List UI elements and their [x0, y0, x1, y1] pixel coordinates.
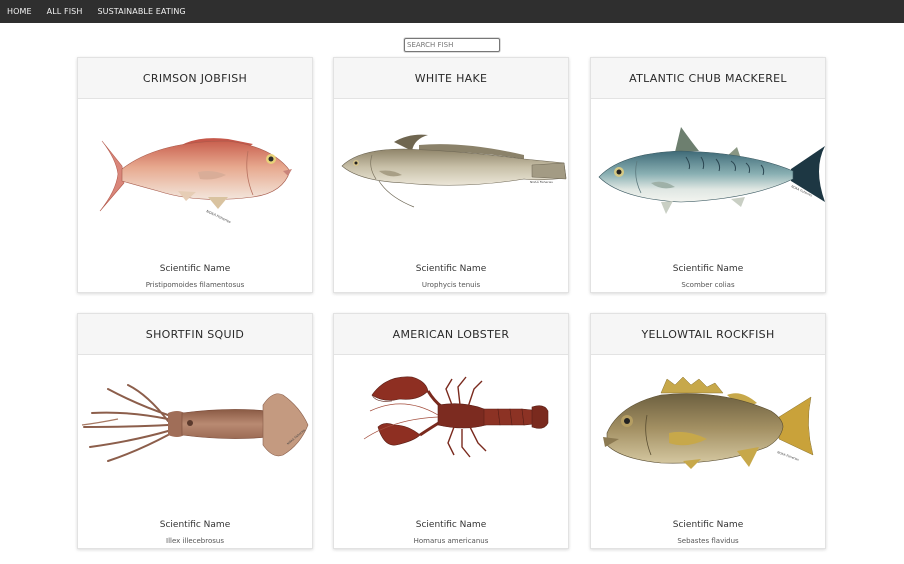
scientific-name-label: Scientific Name — [415, 264, 487, 274]
scientific-name-value: Sebastes flavidus — [677, 537, 739, 545]
card-title: WHITE HAKE — [334, 58, 568, 99]
scientific-name-label: Scientific Name — [159, 520, 231, 530]
image-credit: NOAA Fisheries — [777, 450, 800, 462]
fish-image-crimson-jobfish: NOAA Fisheries — [78, 99, 312, 249]
fish-image-white-hake: NOAA Fisheries — [334, 99, 568, 249]
top-navbar: HOME ALL FISH SUSTAINABLE EATING — [0, 0, 904, 23]
card-title: SHORTFIN SQUID — [78, 314, 312, 355]
fish-image-shortfin-squid: NOAA Fisheries — [78, 355, 312, 505]
image-credit: NOAA Fisheries — [530, 180, 553, 184]
fish-image-yellowtail-rockfish: NOAA Fisheries — [591, 355, 825, 505]
search-container — [404, 32, 500, 52]
fish-image-american-lobster — [334, 355, 568, 505]
scientific-name-value: Homarus americanus — [413, 537, 489, 545]
fish-card-white-hake[interactable]: WHITE HAKE NOAA Fisheries Scientific Nam… — [333, 57, 569, 293]
fish-card-yellowtail-rockfish[interactable]: YELLOWTAIL ROCKFISH NOAA Fisheries Scien… — [590, 313, 826, 549]
scientific-name-label: Scientific Name — [672, 520, 744, 530]
scientific-name-value: Pristipomoides filamentosus — [145, 281, 245, 289]
card-title: AMERICAN LOBSTER — [334, 314, 568, 355]
card-title: YELLOWTAIL ROCKFISH — [591, 314, 825, 355]
scientific-name-value: Scomber colias — [681, 281, 735, 289]
nav-home-link[interactable]: HOME — [7, 7, 32, 16]
card-title: CRIMSON JOBFISH — [78, 58, 312, 99]
image-credit: NOAA Fisheries — [206, 209, 232, 224]
nav-all-fish-link[interactable]: ALL FISH — [47, 7, 83, 16]
scientific-name-value: Illex illecebrosus — [166, 537, 224, 545]
nav-sustainable-eating-link[interactable]: SUSTAINABLE EATING — [97, 7, 185, 16]
card-title: ATLANTIC CHUB MACKEREL — [591, 58, 825, 99]
scientific-name-label: Scientific Name — [415, 520, 487, 530]
scientific-name-value: Urophycis tenuis — [421, 281, 481, 289]
scientific-name-label: Scientific Name — [159, 264, 231, 274]
fish-card-shortfin-squid[interactable]: SHORTFIN SQUID NOAA Fisheries Scientific… — [77, 313, 313, 549]
scientific-name-label: Scientific Name — [672, 264, 744, 274]
fish-image-atlantic-chub-mackerel: NOAA Fisheries — [591, 99, 825, 249]
fish-card-american-lobster[interactable]: AMERICAN LOBSTER Scientific Name Homarus… — [333, 313, 569, 549]
search-input[interactable] — [404, 38, 500, 52]
fish-card-atlantic-chub-mackerel[interactable]: ATLANTIC CHUB MACKEREL NOAA Fisheries Sc… — [590, 57, 826, 293]
fish-card-crimson-jobfish[interactable]: CRIMSON JOBFISH NOAA Fisheries Scientifi… — [77, 57, 313, 293]
